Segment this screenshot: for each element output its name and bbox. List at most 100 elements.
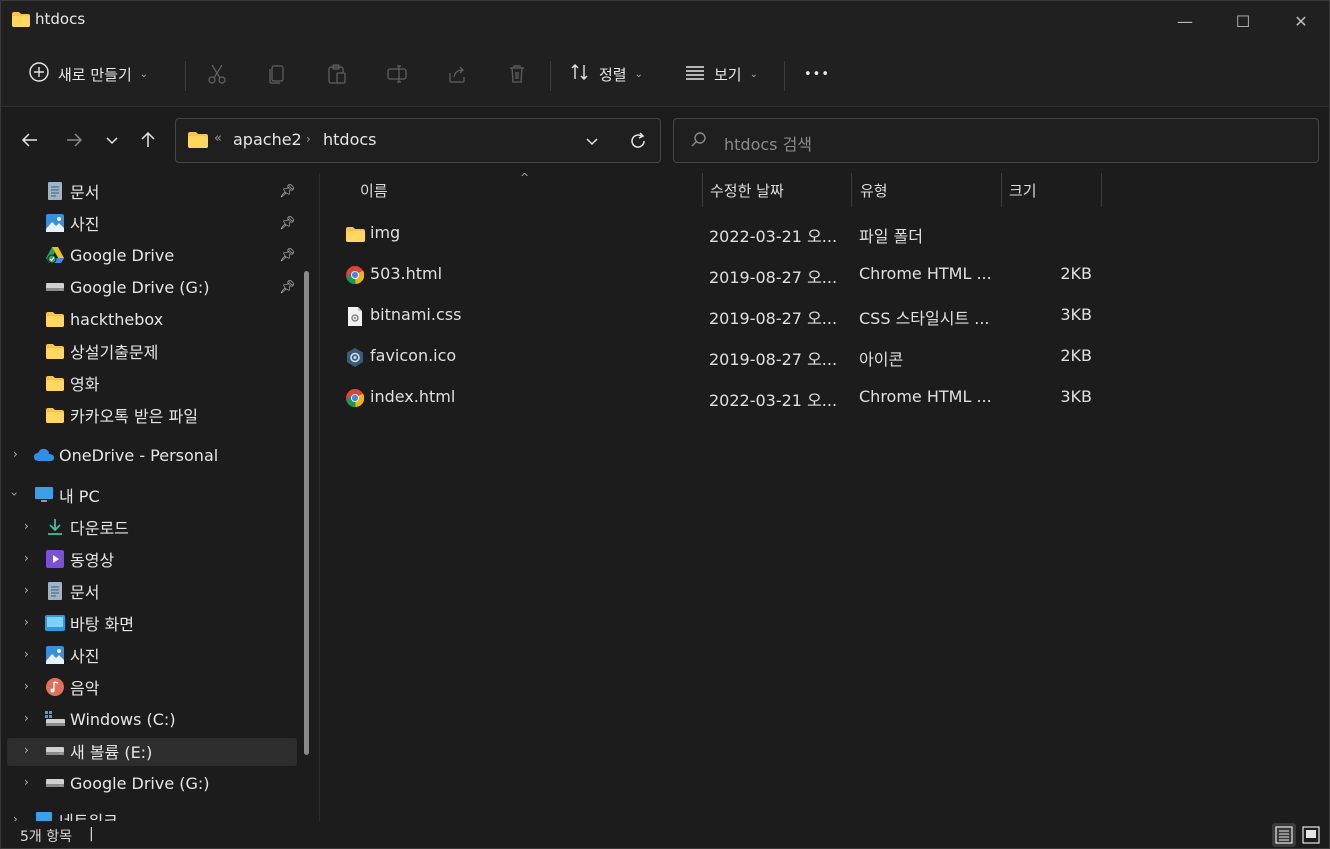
file-row[interactable]: index.html 2022-03-21 오... Chrome HTML .… [331, 379, 1111, 415]
drive-icon [45, 741, 65, 761]
nav-quick-google-drive-g[interactable]: Google Drive (G:) [45, 272, 210, 302]
nav-scrollbar-thumb[interactable] [304, 271, 309, 755]
folder-icon [45, 373, 65, 393]
column-header-name[interactable]: 이름 [360, 180, 388, 201]
copy-icon[interactable] [265, 62, 289, 86]
file-row[interactable]: 503.html 2019-08-27 오... Chrome HTML ...… [331, 256, 1111, 292]
sort-button[interactable]: 정렬 ⌄ [569, 57, 643, 91]
nav-pc-google-drive-g[interactable]: Google Drive (G:) [45, 768, 210, 798]
rename-icon[interactable] [385, 62, 409, 86]
up-button[interactable] [135, 126, 161, 154]
minimize-button[interactable]: — [1156, 1, 1214, 41]
nav-pc-videos[interactable]: 동영상 [45, 544, 114, 574]
divider [185, 61, 186, 91]
file-type: Chrome HTML ... [859, 387, 992, 406]
nav-pc-pictures[interactable]: 사진 [45, 640, 99, 670]
nav-quick-document[interactable]: 문서 [45, 176, 99, 206]
folder-icon [45, 405, 65, 425]
collapse-chevron-icon[interactable]: › [7, 492, 21, 497]
expand-chevron-icon[interactable]: › [13, 447, 18, 461]
nav-quick-hackthebox[interactable]: hackthebox [45, 304, 163, 334]
column-divider[interactable] [1001, 173, 1002, 207]
address-dropdown-button[interactable] [584, 129, 600, 153]
column-divider[interactable] [851, 173, 852, 207]
file-type: 파일 폴더 [859, 227, 923, 246]
chevron-down-icon: ⌄ [634, 68, 643, 80]
file-name: 503.html [370, 264, 443, 283]
column-divider[interactable] [1101, 173, 1102, 207]
chevron-down-icon: ⌄ [139, 68, 149, 80]
close-button[interactable]: ✕ [1272, 1, 1329, 41]
search-box[interactable]: htdocs 검색 [673, 118, 1319, 163]
address-bar[interactable]: « apache2 › htdocs [175, 118, 661, 163]
expand-chevron-icon[interactable]: › [24, 711, 29, 725]
column-header-modified[interactable]: 수정한 날짜 [710, 180, 784, 201]
nav-this-pc[interactable]: 내 PC [34, 480, 100, 510]
breadcrumb-apache2[interactable]: apache2 [233, 130, 302, 149]
nav-quick-movies[interactable]: 영화 [45, 368, 99, 398]
expand-chevron-icon[interactable]: › [24, 775, 29, 789]
column-divider[interactable] [702, 173, 703, 207]
expand-chevron-icon[interactable]: › [13, 812, 18, 821]
folder-icon [188, 132, 208, 152]
file-type: Chrome HTML ... [859, 264, 992, 283]
expand-chevron-icon[interactable]: › [24, 551, 29, 565]
recent-locations-button[interactable] [99, 126, 125, 154]
expand-chevron-icon[interactable]: › [24, 583, 29, 597]
file-explorer-window: htdocs — ☐ ✕ 새로 만들기 ⌄ 정렬 ⌄ 보기 ⌄ ••• « ap… [0, 0, 1330, 849]
expand-chevron-icon[interactable]: › [24, 743, 29, 757]
column-header-type[interactable]: 유형 [860, 180, 888, 201]
nav-pc-volume-e[interactable]: 새 볼륨 (E:) [45, 736, 152, 766]
expand-chevron-icon[interactable]: › [24, 647, 29, 661]
nav-pc-windows-drive[interactable]: Windows (C:) [45, 704, 176, 734]
nav-network[interactable]: 네트워크 [34, 806, 118, 821]
refresh-button[interactable] [628, 129, 648, 156]
file-row[interactable]: favicon.ico 2019-08-27 오... 아이콘 2KB [331, 338, 1111, 374]
nav-onedrive[interactable]: OneDrive - Personal [34, 440, 218, 470]
divider [550, 61, 551, 91]
details-view-button[interactable] [1272, 823, 1296, 847]
file-size: 3KB [1060, 305, 1092, 324]
expand-chevron-icon[interactable]: › [24, 679, 29, 693]
nav-network-clip: › 네트워크 [1, 806, 319, 821]
pane-divider[interactable] [319, 173, 320, 821]
download-icon [45, 517, 65, 537]
overflow-chevron[interactable]: « [214, 131, 222, 146]
share-icon[interactable] [445, 62, 469, 86]
document-icon [45, 581, 65, 601]
nav-item-label: 사진 [70, 647, 100, 666]
nav-pc-music[interactable]: 음악 [45, 672, 99, 702]
pin-icon: 📌︎ [279, 248, 296, 263]
expand-chevron-icon[interactable]: › [24, 519, 29, 533]
cut-icon[interactable] [205, 62, 229, 86]
pin-icon: 📌︎ [279, 184, 296, 199]
nav-quick-kakaotalk[interactable]: 카카오톡 받은 파일 [45, 400, 198, 430]
new-button[interactable]: 새로 만들기 ⌄ [28, 57, 148, 91]
more-options-button[interactable]: ••• [804, 57, 830, 91]
back-button[interactable] [17, 126, 43, 154]
file-row[interactable]: img 2022-03-21 오... 파일 폴더 [331, 215, 1111, 251]
expand-chevron-icon[interactable]: › [24, 615, 29, 629]
column-header-size[interactable]: 크기 [1009, 180, 1037, 201]
paste-icon[interactable] [325, 62, 349, 86]
nav-quick-pictures[interactable]: 사진 [45, 208, 99, 238]
nav-quick-google-drive[interactable]: Google Drive [45, 240, 174, 270]
nav-quick-folder[interactable]: 상설기출문제 [45, 336, 158, 366]
chevron-down-icon [586, 138, 598, 146]
nav-pc-desktop[interactable]: 바탕 화면 [45, 608, 134, 638]
tiles-view-button[interactable] [1299, 823, 1323, 847]
breadcrumb-htdocs[interactable]: htdocs [323, 130, 377, 149]
nav-item-label: 영화 [70, 375, 100, 394]
file-modified: 2019-08-27 오... [709, 309, 838, 328]
forward-button[interactable] [61, 126, 87, 154]
delete-icon[interactable] [505, 62, 529, 86]
nav-pc-documents[interactable]: 문서 [45, 576, 99, 606]
nav-pc-downloads[interactable]: 다운로드 [45, 512, 129, 542]
file-row[interactable]: bitnami.css 2019-08-27 오... CSS 스타일시트 ..… [331, 297, 1111, 333]
maximize-button[interactable]: ☐ [1214, 1, 1272, 41]
nav-item-label: 동영상 [70, 551, 115, 570]
command-bar: 새로 만들기 ⌄ 정렬 ⌄ 보기 ⌄ ••• [1, 41, 1329, 107]
nav-item-label: 문서 [70, 583, 100, 602]
search-input[interactable]: htdocs 검색 [724, 131, 812, 155]
view-button[interactable]: 보기 ⌄ [684, 57, 758, 91]
